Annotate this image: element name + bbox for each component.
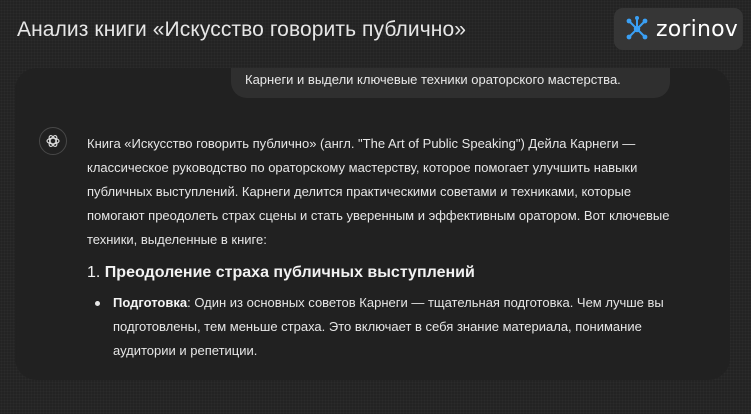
bullet-line-1-text: : Один из основных советов Карнеги — тща… [187,295,664,310]
bullet-line-2: подготовлены, тем меньше страха. Это вкл… [113,319,642,334]
intro-paragraph: Книга «Искусство говорить публично» (анг… [87,132,687,252]
list-item: Подготовка: Один из основных советов Кар… [87,291,687,363]
bullet-line-3: аудитории и репетиции. [113,343,258,358]
section-title: Преодоление страха публичных выступлений [104,264,475,281]
bullet-line-1: Подготовка: Один из основных советов Кар… [113,291,687,315]
intro-line: Книга «Искусство говорить публично» (анг… [87,136,636,151]
assistant-message: Книга «Искусство говорить публично» (анг… [87,132,687,380]
openai-logo-icon [46,135,60,147]
intro-line: помогают преодолеть страх сцены и стать … [87,208,670,223]
user-message-bubble: Карнеги и выдели ключевые техники оратор… [231,68,670,98]
intro-line: публичных выступлений. Карнеги делится п… [87,184,632,199]
section-heading: 1. Преодоление страха публичных выступле… [87,261,687,285]
faded-text-line: В В [87,373,687,380]
network-nodes-icon [626,16,648,40]
section-number: 1. [87,264,101,281]
chat-panel: Карнеги и выдели ключевые техники оратор… [15,68,730,380]
brand-name: zorinov [656,16,738,42]
intro-line: техники, выделенные в книге: [87,232,267,247]
user-message-text: Карнеги и выдели ключевые техники оратор… [245,72,621,87]
intro-line: классическое руководство по ораторскому … [87,160,638,175]
brand-logo[interactable]: zorinov [614,8,743,50]
bullet-list: Подготовка: Один из основных советов Кар… [87,291,687,363]
page-title: Анализ книги «Искусство говорить публичн… [17,18,467,41]
assistant-avatar [39,127,67,155]
bullet-term: Подготовка [113,295,188,310]
